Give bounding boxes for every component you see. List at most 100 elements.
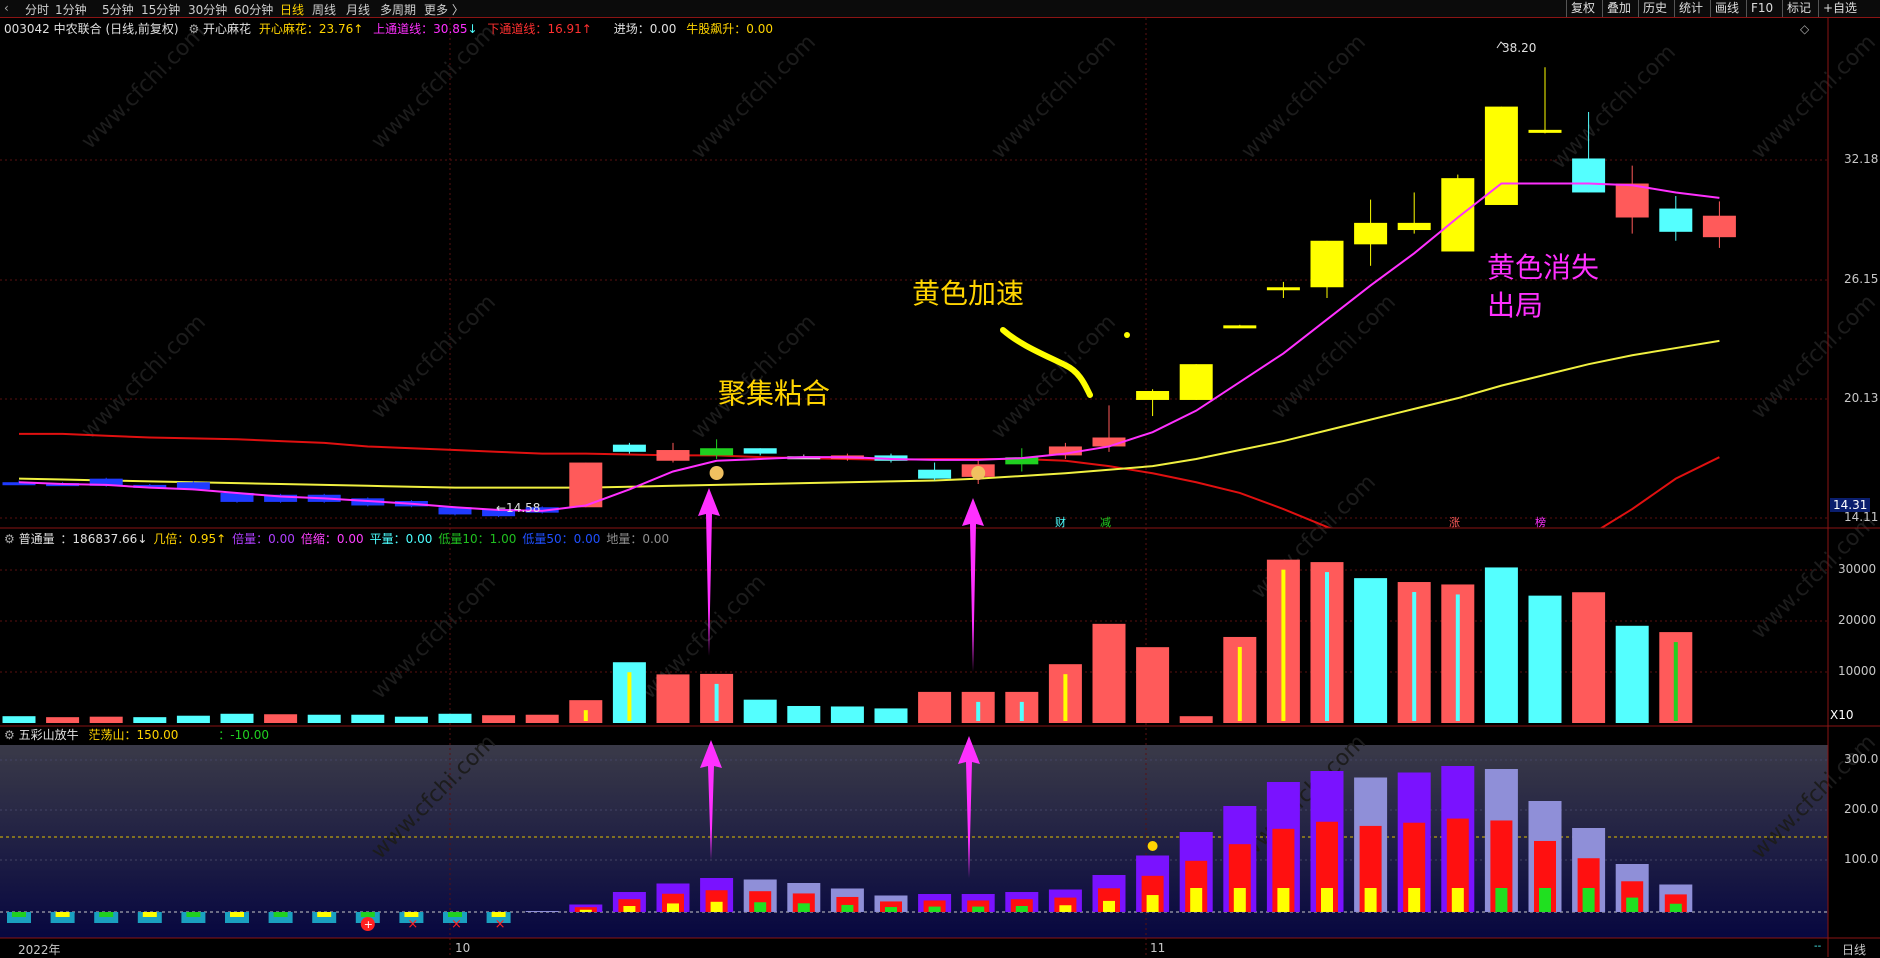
indicator-settings-icon[interactable]: ⚙ <box>188 22 199 36</box>
tab-monthly[interactable]: 月线 <box>346 1 370 18</box>
volume-bar <box>787 705 821 723</box>
volume-settings-icon[interactable]: ⚙ <box>4 532 15 546</box>
sell-signal-icon: × <box>451 917 462 932</box>
candle-body <box>743 448 777 454</box>
high-price-label: 38.20 <box>1502 41 1537 55</box>
watermark-text: www.cfchi.com <box>77 20 211 154</box>
volume-bar <box>743 699 777 723</box>
event-marker-cai[interactable]: 财 <box>1055 514 1066 530</box>
watermark-text: www.cfchi.com <box>1267 290 1401 424</box>
volume-axis-label: 30000 <box>1838 562 1877 576</box>
tab-more[interactable]: 更多 〉 <box>424 1 464 18</box>
lower-inner-bar <box>710 901 723 912</box>
lower-legend: ⚙ 五彩山放牛 茫荡山：150.00 ：-10.00 <box>4 726 269 743</box>
lower-inner-bar <box>1408 888 1421 912</box>
lower-indicator-name: 五彩山放牛 <box>18 728 79 742</box>
tab-daily[interactable]: 日线 <box>280 1 304 18</box>
panel-collapse-icon[interactable]: ◇ <box>1800 22 1809 36</box>
annotation-juji: 聚集粘合 <box>718 377 831 410</box>
stock-chart[interactable]: www.cfchi.com www.cfchi.com www.cfchi.com w… <box>0 18 1880 957</box>
tab-weekly[interactable]: 周线 <box>312 1 336 18</box>
candle-body <box>700 448 734 456</box>
tab-fenshi[interactable]: 分时 <box>25 1 49 18</box>
volume-legend-item: 低量50：0.00 <box>522 532 601 546</box>
lower-inner-bar <box>797 903 810 912</box>
lower-inner-bar <box>1539 888 1551 912</box>
stats-button[interactable]: 统计 <box>1674 0 1707 17</box>
overlay-button[interactable]: 叠加 <box>1602 0 1635 17</box>
period-toolbar: ‹ 分时 1分钟 5分钟 15分钟 30分钟 60分钟 日线 周线 月线 多周期… <box>0 0 1880 18</box>
event-marker-jian[interactable]: 减 <box>1100 514 1111 530</box>
lower-inner-bar <box>1015 906 1028 912</box>
volume-inner-bar <box>1455 594 1460 721</box>
volume-legend-item: 几倍：0.95↑ <box>153 532 227 546</box>
candle-body <box>1484 106 1518 205</box>
ind1-value: 23.76 <box>318 22 354 36</box>
ind4-value: 0.00 <box>649 22 677 36</box>
volume-legend-item: ：186837.66↓ <box>60 532 148 546</box>
event-marker-bang[interactable]: 榜 <box>1535 514 1546 530</box>
volume-bar <box>176 715 210 723</box>
ind5-value: 0.00 <box>746 22 773 36</box>
candle-body <box>612 444 646 452</box>
candle-body <box>1266 287 1300 291</box>
current-price-box: 14.31 <box>1830 498 1871 512</box>
draw-line-button[interactable]: 画线 <box>1710 0 1743 17</box>
buy-signal-plus: + <box>364 918 373 931</box>
mark-button[interactable]: 标记 <box>1782 0 1815 17</box>
watermark-text: www.cfchi.com <box>1547 40 1681 174</box>
volume-axis-label: 10000 <box>1838 664 1877 678</box>
volume-bar <box>1179 716 1213 723</box>
tab-15min[interactable]: 15分钟 <box>141 1 180 18</box>
f10-button[interactable]: F10 <box>1746 0 1777 17</box>
signal-dot-icon <box>1147 841 1158 851</box>
lower-settings-icon[interactable]: ⚙ <box>4 728 15 742</box>
volume-legend-item: 平量：0.00 <box>369 532 433 546</box>
lower-inner-bar <box>1103 900 1115 912</box>
volume-panel <box>2 559 1693 723</box>
volume-bar <box>1484 567 1518 723</box>
candle-body <box>1354 222 1388 245</box>
tab-30min[interactable]: 30分钟 <box>188 1 227 18</box>
watermark-text: www.cfchi.com <box>367 570 501 704</box>
tab-multi-period[interactable]: 多周期 <box>380 1 416 18</box>
add-watchlist-button[interactable]: +自选 <box>1818 0 1861 17</box>
volume-bar <box>394 716 428 723</box>
volume-bar <box>1136 647 1170 723</box>
volume-bar <box>1572 592 1606 723</box>
ind5-label: 牛股飙升： <box>686 22 747 36</box>
volume-inner-bar <box>976 701 981 721</box>
lower-inner-bar <box>1146 895 1159 912</box>
volume-inner-bar <box>583 710 588 721</box>
lower-inner-bar <box>972 906 985 912</box>
price-panel <box>2 67 1736 528</box>
date-axis-label: 11 <box>1150 941 1166 955</box>
lower-inner-bar <box>928 906 941 912</box>
lower-value2: -10.00 <box>230 728 269 742</box>
tab-5min[interactable]: 5分钟 <box>102 1 134 18</box>
tab-1min[interactable]: 1分钟 <box>55 1 87 18</box>
menu-chevron-icon[interactable]: ‹ <box>4 1 9 15</box>
fuquan-button[interactable]: 复权 <box>1566 0 1599 17</box>
lower-inner-bar <box>1321 888 1333 912</box>
volume-bar <box>1092 623 1126 723</box>
lower-neg-inner <box>186 912 201 917</box>
volume-indicator-name: 普通量 <box>18 532 59 546</box>
history-button[interactable]: 历史 <box>1638 0 1671 17</box>
watermark-text: www.cfchi.com <box>77 310 211 444</box>
ind3-label: 下通道线： <box>487 22 548 36</box>
price-axis-label: 32.18 <box>1844 152 1879 166</box>
volume-bar <box>220 713 254 723</box>
scroll-handle-icon[interactable]: -- <box>1814 941 1821 952</box>
lower-neg-inner <box>273 912 288 917</box>
volume-inner-bar <box>1325 572 1329 721</box>
lower-inner-bar <box>1277 888 1290 912</box>
tab-60min[interactable]: 60分钟 <box>234 1 273 18</box>
mid-line <box>18 339 1720 489</box>
lower-neg-inner <box>317 912 332 917</box>
volume-bar <box>264 714 298 723</box>
candle-body <box>1659 208 1693 232</box>
event-marker-zhang[interactable]: 涨 <box>1449 514 1460 530</box>
candle-body <box>1572 158 1606 193</box>
watermark-text: www.cfchi.com <box>1747 30 1880 164</box>
